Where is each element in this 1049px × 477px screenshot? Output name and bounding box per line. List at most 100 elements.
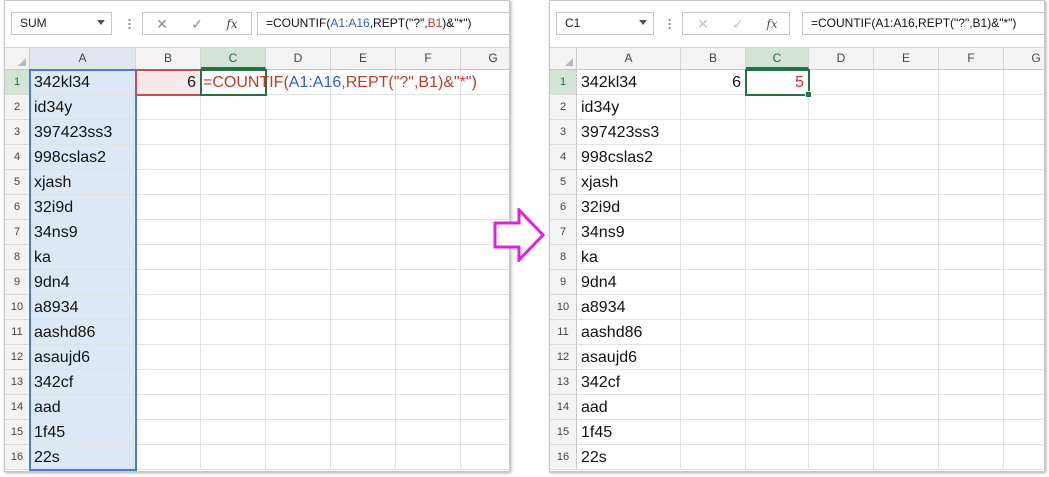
- row-header[interactable]: 8: [5, 245, 30, 270]
- cell-b16[interactable]: [681, 445, 746, 470]
- cell-f4[interactable]: [939, 145, 1004, 170]
- cell-a5[interactable]: xjash: [30, 170, 136, 195]
- cell-c10[interactable]: [201, 295, 266, 320]
- cell-d15[interactable]: [266, 420, 331, 445]
- row-header[interactable]: 4: [550, 145, 577, 170]
- cell-f15[interactable]: [939, 420, 1004, 445]
- row-header[interactable]: 13: [550, 370, 577, 395]
- cell-a1[interactable]: 342kl34: [577, 70, 681, 95]
- cell-a8[interactable]: ka: [577, 245, 681, 270]
- cell-a2[interactable]: id34y: [577, 95, 681, 120]
- cell-c4[interactable]: [746, 145, 809, 170]
- cell-f11[interactable]: [939, 320, 1004, 345]
- cell-c15[interactable]: [746, 420, 809, 445]
- cell-a12[interactable]: asaujd6: [577, 345, 681, 370]
- cell-f5[interactable]: [396, 170, 461, 195]
- enter-icon[interactable]: ✓: [186, 15, 208, 33]
- cell-f4[interactable]: [396, 145, 461, 170]
- cell-e9[interactable]: [874, 270, 939, 295]
- cell-c13[interactable]: [746, 370, 809, 395]
- cell-e10[interactable]: [874, 295, 939, 320]
- cell-e7[interactable]: [874, 220, 939, 245]
- cell-a2[interactable]: id34y: [30, 95, 136, 120]
- cell-e11[interactable]: [331, 320, 396, 345]
- cell-g8[interactable]: [1004, 245, 1044, 270]
- cell-d15[interactable]: [809, 420, 874, 445]
- cell-d13[interactable]: [809, 370, 874, 395]
- cell-e13[interactable]: [331, 370, 396, 395]
- column-header-c[interactable]: C: [746, 48, 809, 69]
- row-header[interactable]: 5: [550, 170, 577, 195]
- column-header-b[interactable]: B: [681, 48, 746, 69]
- cell-g6[interactable]: [1004, 195, 1044, 220]
- cell-a15[interactable]: 1f45: [577, 420, 681, 445]
- cell-d8[interactable]: [266, 245, 331, 270]
- chevron-down-icon[interactable]: [97, 20, 105, 25]
- row-header[interactable]: 1: [550, 70, 577, 95]
- column-header-a[interactable]: A: [30, 48, 136, 69]
- cell-e12[interactable]: [331, 345, 396, 370]
- cell-f3[interactable]: [396, 120, 461, 145]
- cell-b11[interactable]: [136, 320, 201, 345]
- cell-b15[interactable]: [136, 420, 201, 445]
- cell-c3[interactable]: [201, 120, 266, 145]
- cell-g10[interactable]: [461, 295, 509, 320]
- row-header[interactable]: 3: [5, 120, 30, 145]
- select-all-corner[interactable]: [550, 48, 577, 69]
- cell-e7[interactable]: [331, 220, 396, 245]
- cell-b8[interactable]: [681, 245, 746, 270]
- cell-g16[interactable]: [1004, 445, 1044, 470]
- column-header-d[interactable]: D: [266, 48, 331, 69]
- row-header[interactable]: 7: [550, 220, 577, 245]
- cell-a7[interactable]: 34ns9: [577, 220, 681, 245]
- cell-c9[interactable]: [201, 270, 266, 295]
- cell-e14[interactable]: [874, 395, 939, 420]
- cell-a14[interactable]: aad: [577, 395, 681, 420]
- cell-d5[interactable]: [266, 170, 331, 195]
- insert-function-icon[interactable]: fx: [761, 15, 783, 33]
- cell-a16[interactable]: 22s: [577, 445, 681, 470]
- cell-a15[interactable]: 1f45: [30, 420, 136, 445]
- cell-d4[interactable]: [809, 145, 874, 170]
- cell-g4[interactable]: [461, 145, 509, 170]
- cell-g12[interactable]: [461, 345, 509, 370]
- cell-a13[interactable]: 342cf: [577, 370, 681, 395]
- cell-f7[interactable]: [396, 220, 461, 245]
- cell-c15[interactable]: [201, 420, 266, 445]
- cell-g5[interactable]: [1004, 170, 1044, 195]
- cell-a9[interactable]: 9dn4: [30, 270, 136, 295]
- cell-c10[interactable]: [746, 295, 809, 320]
- cell-g15[interactable]: [461, 420, 509, 445]
- cell-b6[interactable]: [136, 195, 201, 220]
- row-header[interactable]: 3: [550, 120, 577, 145]
- drag-handle-icon[interactable]: [128, 18, 131, 29]
- cell-a12[interactable]: asaujd6: [30, 345, 136, 370]
- cell-c11[interactable]: [746, 320, 809, 345]
- insert-function-icon[interactable]: fx: [221, 15, 243, 33]
- cell-a7[interactable]: 34ns9: [30, 220, 136, 245]
- cell-c8[interactable]: [746, 245, 809, 270]
- cell-f13[interactable]: [939, 370, 1004, 395]
- cell-d12[interactable]: [266, 345, 331, 370]
- name-box[interactable]: SUM: [11, 12, 112, 35]
- row-header[interactable]: 10: [550, 295, 577, 320]
- cell-f8[interactable]: [939, 245, 1004, 270]
- row-header[interactable]: 16: [5, 445, 30, 470]
- cell-g11[interactable]: [1004, 320, 1044, 345]
- row-header[interactable]: 14: [5, 395, 30, 420]
- cell-b8[interactable]: [136, 245, 201, 270]
- column-header-c[interactable]: C: [201, 48, 266, 69]
- cell-d11[interactable]: [266, 320, 331, 345]
- cell-g7[interactable]: [1004, 220, 1044, 245]
- cell-a3[interactable]: 397423ss3: [577, 120, 681, 145]
- cell-e6[interactable]: [874, 195, 939, 220]
- row-header[interactable]: 15: [550, 420, 577, 445]
- cell-f1[interactable]: [939, 70, 1004, 95]
- cell-f16[interactable]: [396, 445, 461, 470]
- column-header-f[interactable]: F: [396, 48, 461, 69]
- cell-g4[interactable]: [1004, 145, 1044, 170]
- cell-f2[interactable]: [396, 95, 461, 120]
- cell-e11[interactable]: [874, 320, 939, 345]
- column-header-g[interactable]: G: [461, 48, 509, 69]
- cell-g16[interactable]: [461, 445, 509, 470]
